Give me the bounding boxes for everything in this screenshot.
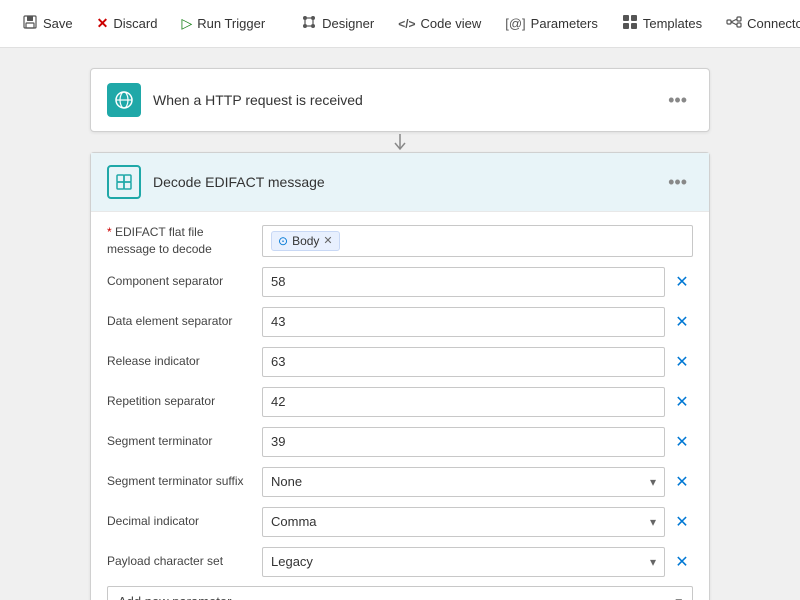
card-body: * EDIFACT flat file message to decode ⊙ … (91, 212, 709, 600)
trigger-icon (107, 83, 141, 117)
code-view-label: Code view (421, 16, 482, 31)
segment-terminator-wrap: ✕ (262, 427, 693, 457)
arrow-down (390, 132, 410, 152)
discard-button[interactable]: ✕ Discard (87, 9, 168, 38)
repetition-separator-label: Repetition separator (107, 393, 262, 410)
body-tag: ⊙ Body ✕ (271, 231, 340, 251)
tag-icon: ⊙ (278, 234, 288, 248)
repetition-separator-wrap: ✕ (262, 387, 693, 417)
discard-label: Discard (113, 16, 157, 31)
save-label: Save (43, 16, 73, 31)
parameters-label: Parameters (531, 16, 598, 31)
decimal-indicator-row: Decimal indicator Comma ▾ ✕ (107, 506, 693, 538)
connectors-icon (726, 14, 742, 33)
designer-icon (301, 14, 317, 33)
edifact-input-wrap: ⊙ Body ✕ (262, 225, 693, 257)
data-element-separator-label: Data element separator (107, 313, 262, 330)
edifact-tag-input[interactable]: ⊙ Body ✕ (262, 225, 693, 257)
component-separator-label: Component separator (107, 273, 262, 290)
payload-charset-wrap: Legacy ▾ ✕ (262, 547, 693, 577)
parameters-icon: [@] (505, 16, 525, 31)
component-separator-input[interactable] (262, 267, 665, 297)
data-element-separator-wrap: ✕ (262, 307, 693, 337)
payload-charset-row: Payload character set Legacy ▾ ✕ (107, 546, 693, 578)
repetition-separator-clear[interactable]: ✕ (671, 392, 693, 412)
trigger-menu-button[interactable]: ••• (662, 88, 693, 113)
action-menu-button[interactable]: ••• (662, 170, 693, 195)
body-tag-label: Body (292, 234, 319, 248)
designer-button[interactable]: Designer (291, 8, 384, 39)
templates-icon (622, 14, 638, 33)
required-star: * (107, 225, 115, 239)
templates-label: Templates (643, 16, 702, 31)
segment-terminator-suffix-value: None (271, 474, 302, 489)
segment-terminator-suffix-clear[interactable]: ✕ (671, 472, 693, 492)
payload-charset-select[interactable]: Legacy ▾ (262, 547, 665, 577)
run-trigger-label: Run Trigger (197, 16, 265, 31)
trigger-title: When a HTTP request is received (153, 92, 662, 108)
segment-terminator-suffix-wrap: None ▾ ✕ (262, 467, 693, 497)
add-parameter-row[interactable]: Add new parameter ▾ (107, 586, 693, 600)
chevron-down-icon-2: ▾ (650, 515, 656, 529)
add-parameter-label: Add new parameter (118, 594, 231, 600)
trigger-card: When a HTTP request is received ••• (90, 68, 710, 132)
save-icon (22, 14, 38, 33)
decimal-indicator-label: Decimal indicator (107, 513, 262, 530)
data-element-separator-clear[interactable]: ✕ (671, 312, 693, 332)
action-card-header: Decode EDIFACT message ••• (91, 153, 709, 212)
connectors-button[interactable]: Connectors (716, 8, 800, 39)
component-separator-clear[interactable]: ✕ (671, 272, 693, 292)
designer-label: Designer (322, 16, 374, 31)
toolbar: Save ✕ Discard ▷ Run Trigger Designer </… (0, 0, 800, 48)
segment-terminator-label: Segment terminator (107, 433, 262, 450)
release-indicator-label: Release indicator (107, 353, 262, 370)
code-view-button[interactable]: </> Code view (388, 10, 491, 37)
payload-charset-clear[interactable]: ✕ (671, 552, 693, 572)
repetition-separator-row: Repetition separator ✕ (107, 386, 693, 418)
component-separator-row: Component separator ✕ (107, 266, 693, 298)
edifact-label: * EDIFACT flat file message to decode (107, 224, 262, 258)
decimal-indicator-clear[interactable]: ✕ (671, 512, 693, 532)
release-indicator-wrap: ✕ (262, 347, 693, 377)
code-view-icon: </> (398, 17, 415, 31)
action-card: Decode EDIFACT message ••• * EDIFACT fla… (90, 152, 710, 600)
tag-close-button[interactable]: ✕ (323, 234, 332, 247)
connectors-label: Connectors (747, 16, 800, 31)
data-element-separator-input[interactable] (262, 307, 665, 337)
action-title: Decode EDIFACT message (153, 174, 662, 190)
segment-terminator-clear[interactable]: ✕ (671, 432, 693, 452)
action-icon (107, 165, 141, 199)
segment-terminator-input[interactable] (262, 427, 665, 457)
run-icon: ▷ (181, 15, 192, 32)
payload-charset-label: Payload character set (107, 553, 262, 570)
decimal-indicator-select[interactable]: Comma ▾ (262, 507, 665, 537)
parameters-button[interactable]: [@] Parameters (495, 10, 608, 37)
chevron-down-icon: ▾ (650, 475, 656, 489)
release-indicator-row: Release indicator ✕ (107, 346, 693, 378)
chevron-down-icon-3: ▾ (650, 555, 656, 569)
data-element-separator-row: Data element separator ✕ (107, 306, 693, 338)
release-indicator-clear[interactable]: ✕ (671, 352, 693, 372)
templates-button[interactable]: Templates (612, 8, 712, 39)
component-separator-wrap: ✕ (262, 267, 693, 297)
repetition-separator-input[interactable] (262, 387, 665, 417)
save-button[interactable]: Save (12, 8, 83, 39)
segment-terminator-suffix-select[interactable]: None ▾ (262, 467, 665, 497)
discard-icon: ✕ (97, 15, 109, 32)
decimal-indicator-wrap: Comma ▾ ✕ (262, 507, 693, 537)
segment-terminator-row: Segment terminator ✕ (107, 426, 693, 458)
segment-terminator-suffix-row: Segment terminator suffix None ▾ ✕ (107, 466, 693, 498)
decimal-indicator-value: Comma (271, 514, 317, 529)
run-trigger-button[interactable]: ▷ Run Trigger (171, 9, 275, 38)
add-parameter-chevron: ▾ (675, 594, 682, 600)
canvas: When a HTTP request is received ••• Deco… (0, 48, 800, 600)
segment-terminator-suffix-label: Segment terminator suffix (107, 473, 262, 490)
payload-charset-value: Legacy (271, 554, 313, 569)
edifact-row: * EDIFACT flat file message to decode ⊙ … (107, 224, 693, 258)
release-indicator-input[interactable] (262, 347, 665, 377)
